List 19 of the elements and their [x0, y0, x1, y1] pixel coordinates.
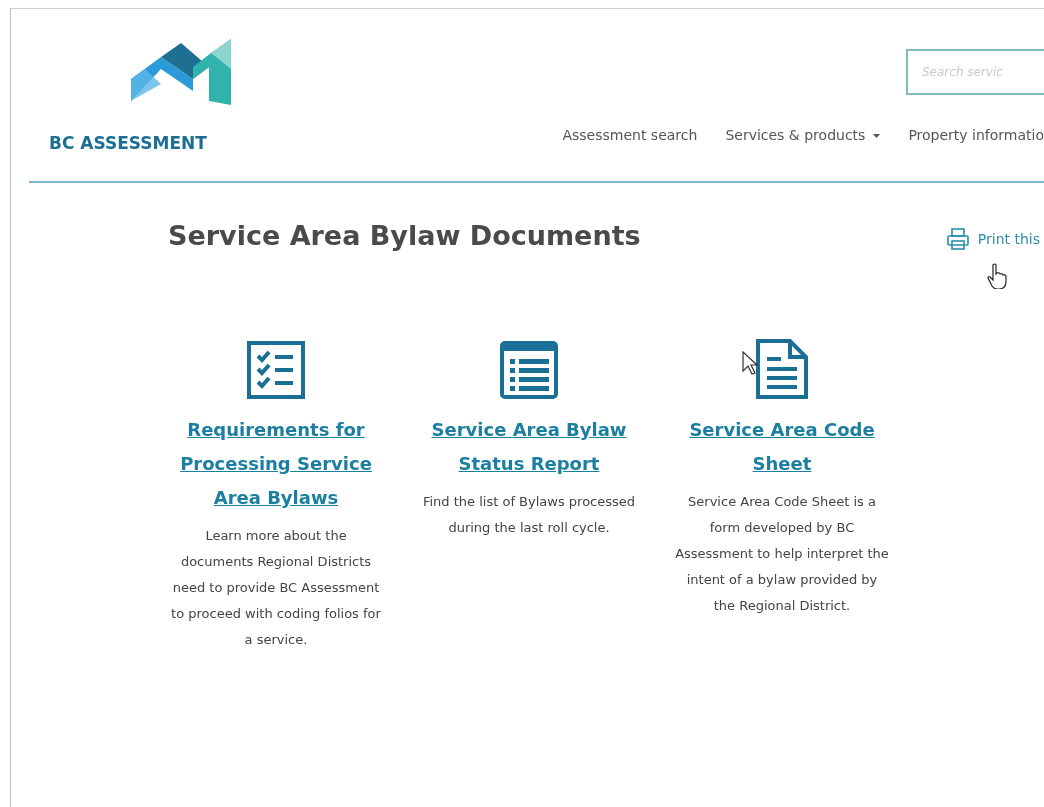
- checklist-icon: [247, 341, 305, 399]
- logo-icon[interactable]: [131, 39, 233, 107]
- brand-name[interactable]: BC ASSESSMENT: [49, 133, 233, 153]
- nav-link[interactable]: Assessment search: [562, 127, 698, 143]
- list-window-icon: [500, 341, 558, 399]
- nav-link[interactable]: Property informatio: [908, 127, 1044, 143]
- page-title: Service Area Bylaw Documents: [168, 219, 641, 251]
- print-link[interactable]: Print this: [945, 227, 1044, 251]
- document-link[interactable]: Requirements for Processing Service Area Bylaws: [151, 413, 401, 515]
- card-description: Service Area Code Sheet is a form developed by BC Assessment to help interpret the intent of a bylaw provided by the Regional District.: [674, 493, 890, 615]
- hand-cursor-icon: [987, 263, 1007, 289]
- document-icon: [756, 339, 808, 399]
- card-description: Learn more about the documents Regional Districts need to provide BC Assessment to proceed with coding folios for a service.: [170, 527, 382, 649]
- document-link[interactable]: Service Area Code Sheet: [657, 413, 907, 481]
- printer-icon: [945, 227, 970, 251]
- nav-link[interactable]: Services & products: [725, 127, 881, 143]
- document-link[interactable]: Service Area Bylaw Status Report: [404, 413, 654, 481]
- card-description: Find the list of Bylaws processed during the last roll cycle.: [421, 493, 637, 537]
- arrow-cursor-icon: [742, 351, 758, 375]
